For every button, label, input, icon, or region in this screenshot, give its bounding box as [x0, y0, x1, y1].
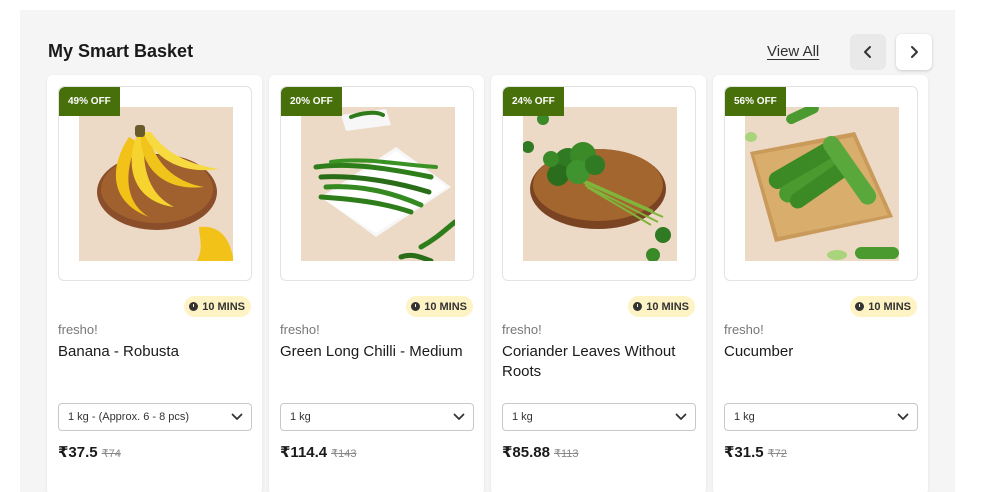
product-card[interactable]: 20% OFF 10 MINS fresho! Green Long Chill…	[269, 75, 484, 492]
product-image-frame[interactable]: 49% OFF	[58, 86, 252, 281]
price-row: ₹37.5 ₹74	[58, 443, 121, 461]
chevron-left-icon	[864, 46, 871, 58]
chevron-down-icon	[675, 413, 687, 420]
product-card[interactable]: 49% OFF 10 MINS fresho! Banana - Robusta…	[47, 75, 262, 492]
delivery-eta-badge: 10 MINS	[184, 296, 251, 317]
product-brand: fresho!	[724, 322, 764, 337]
chevron-down-icon	[231, 413, 243, 420]
mrp-price: ₹72	[767, 448, 787, 460]
pack-size-value: 1 kg	[734, 411, 755, 423]
delivery-eta-badge: 10 MINS	[628, 296, 695, 317]
discount-badge: 24% OFF	[503, 87, 564, 116]
discount-badge: 56% OFF	[725, 87, 786, 116]
product-brand: fresho!	[502, 322, 542, 337]
delivery-eta-badge: 10 MINS	[850, 296, 917, 317]
pack-size-select[interactable]: 1 kg - (Approx. 6 - 8 pcs)	[58, 403, 252, 431]
product-name[interactable]: Green Long Chilli - Medium	[280, 342, 475, 362]
price-row: ₹31.5 ₹72	[724, 443, 787, 461]
sale-price: ₹37.5	[58, 444, 98, 461]
price-row: ₹114.4 ₹143	[280, 443, 357, 461]
product-name[interactable]: Coriander Leaves Without Roots	[502, 342, 697, 382]
mrp-price: ₹113	[553, 448, 579, 460]
delivery-eta-badge: 10 MINS	[406, 296, 473, 317]
chevron-down-icon	[453, 413, 465, 420]
eta-label: 10 MINS	[424, 300, 467, 313]
view-all-link[interactable]: View All	[767, 43, 819, 60]
prev-button[interactable]	[850, 34, 886, 70]
eta-label: 10 MINS	[868, 300, 911, 313]
product-name[interactable]: Cucumber	[724, 342, 919, 362]
product-image-frame[interactable]: 56% OFF	[724, 86, 918, 281]
product-card[interactable]: 24% OFF 10 MINS fresho! Coriander Leaves…	[491, 75, 706, 492]
price-row: ₹85.88 ₹113	[502, 443, 579, 461]
clock-icon	[633, 302, 643, 311]
pack-size-select[interactable]: 1 kg	[280, 403, 474, 431]
chevron-down-icon	[897, 413, 909, 420]
pack-size-select[interactable]: 1 kg	[724, 403, 918, 431]
product-image-frame[interactable]: 20% OFF	[280, 86, 474, 281]
next-button[interactable]	[896, 34, 932, 70]
pack-size-select[interactable]: 1 kg	[502, 403, 696, 431]
chilli-image	[301, 107, 455, 261]
pack-size-value: 1 kg - (Approx. 6 - 8 pcs)	[68, 411, 190, 423]
mrp-price: ₹74	[101, 448, 121, 460]
mrp-price: ₹143	[331, 448, 357, 460]
coriander-image	[523, 107, 677, 261]
clock-icon	[855, 302, 865, 311]
sale-price: ₹31.5	[724, 444, 764, 461]
banana-image	[79, 107, 233, 261]
sale-price: ₹85.88	[502, 444, 550, 461]
discount-badge: 20% OFF	[281, 87, 342, 116]
pack-size-value: 1 kg	[512, 411, 533, 423]
product-image-frame[interactable]: 24% OFF	[502, 86, 696, 281]
chevron-right-icon	[911, 46, 918, 58]
cucumber-image	[745, 107, 899, 261]
product-brand: fresho!	[58, 322, 98, 337]
pack-size-value: 1 kg	[290, 411, 311, 423]
product-brand: fresho!	[280, 322, 320, 337]
eta-label: 10 MINS	[202, 300, 245, 313]
sale-price: ₹114.4	[280, 444, 328, 461]
product-card[interactable]: 56% OFF 10 MINS fresho! Cucumber 1 kg ₹3…	[713, 75, 928, 492]
clock-icon	[189, 302, 199, 311]
eta-label: 10 MINS	[646, 300, 689, 313]
clock-icon	[411, 302, 421, 311]
discount-badge: 49% OFF	[59, 87, 120, 116]
section-title: My Smart Basket	[48, 41, 194, 61]
product-name[interactable]: Banana - Robusta	[58, 342, 253, 362]
